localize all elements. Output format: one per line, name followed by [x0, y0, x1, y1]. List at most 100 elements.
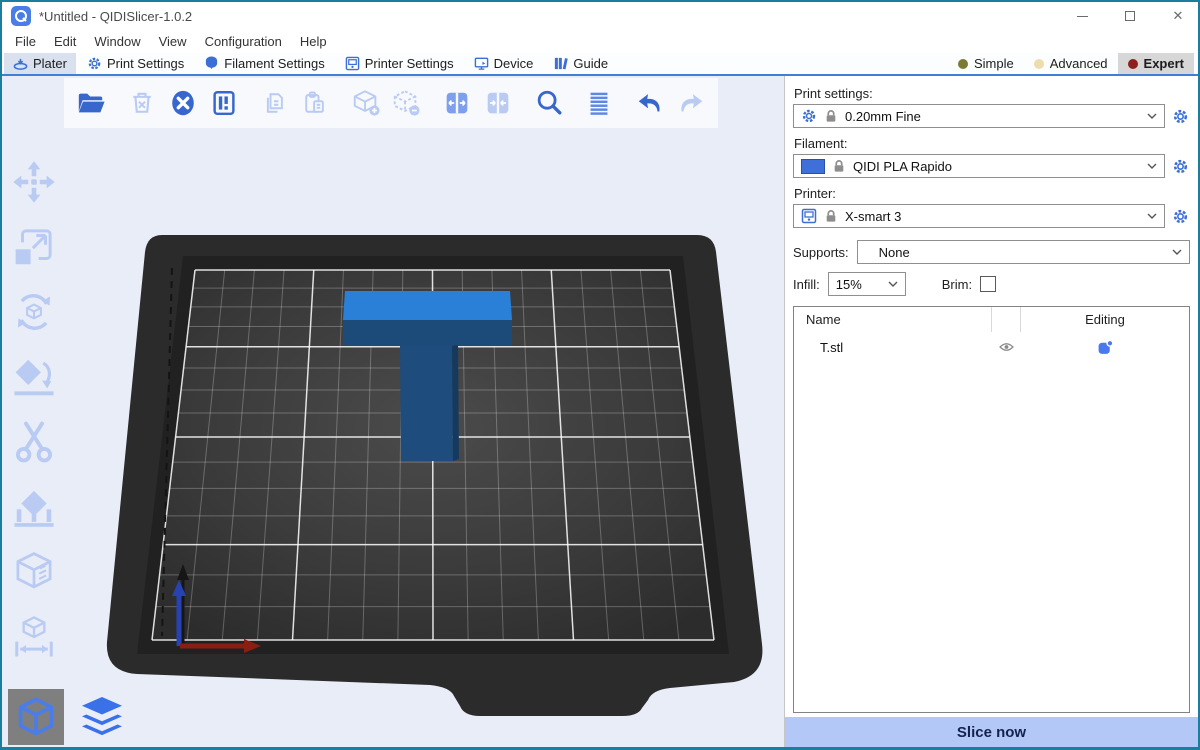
mode-simple[interactable]: Simple	[948, 53, 1024, 74]
open-folder-icon	[76, 88, 106, 118]
gear-icon	[1172, 208, 1189, 225]
paste-button[interactable]	[298, 83, 333, 123]
plater-toolbar	[64, 78, 718, 128]
filament-label: Filament:	[794, 136, 1190, 151]
chevron-down-icon	[1147, 163, 1157, 169]
mode-switcher: Simple Advanced Expert	[948, 53, 1198, 74]
place-on-face-button[interactable]	[8, 353, 60, 401]
seam-painting-button[interactable]	[8, 548, 60, 596]
filament-row: QIDI PLA Rapido	[793, 154, 1190, 178]
variable-layer-height-button[interactable]	[582, 83, 617, 123]
filament-edit-button[interactable]	[1170, 155, 1190, 177]
preview-layers-icon	[77, 692, 127, 742]
tab-device[interactable]: Device	[465, 53, 543, 74]
search-button[interactable]	[531, 83, 566, 123]
brim-checkbox[interactable]	[980, 276, 996, 292]
lock-icon	[824, 109, 838, 123]
scale-button[interactable]	[8, 223, 60, 271]
copy-icon	[260, 89, 288, 117]
slice-now-button[interactable]: Slice now	[785, 717, 1198, 747]
tab-filament-settings[interactable]: Filament Settings	[195, 53, 333, 74]
object-list-row[interactable]: T.stl	[794, 332, 1189, 362]
tab-printer-settings[interactable]: Printer Settings	[336, 53, 463, 74]
printer-icon	[345, 56, 360, 71]
split-to-parts-button[interactable]	[480, 83, 515, 123]
infill-select[interactable]: 15%	[828, 272, 906, 296]
menu-edit[interactable]: Edit	[45, 32, 85, 51]
menu-configuration[interactable]: Configuration	[196, 32, 291, 51]
supports-row: Supports: None	[793, 240, 1190, 264]
supports-select[interactable]: None	[857, 240, 1190, 264]
view-preview-button[interactable]	[74, 689, 130, 745]
print-settings-edit-button[interactable]	[1170, 105, 1190, 127]
object-list: Name Editing T.stl	[793, 306, 1190, 713]
split-to-objects-button[interactable]	[440, 83, 475, 123]
tab-bar: Plater Print Settings Filament Settings …	[2, 53, 1198, 76]
split-objects-icon	[442, 88, 472, 118]
redo-button[interactable]	[673, 83, 708, 123]
eye-icon	[999, 341, 1014, 353]
maximize-button[interactable]	[1110, 2, 1150, 30]
print-settings-gear-icon	[87, 56, 102, 71]
mode-advanced[interactable]: Advanced	[1024, 53, 1118, 74]
arrange-button[interactable]	[206, 83, 241, 123]
paint-supports-icon	[11, 484, 57, 530]
lock-icon	[824, 209, 838, 223]
measure-button[interactable]	[8, 613, 60, 661]
gizmo-toolbar	[8, 158, 60, 661]
delete-all-icon	[168, 88, 198, 118]
filament-select[interactable]: QIDI PLA Rapido	[793, 154, 1165, 178]
move-button[interactable]	[8, 158, 60, 206]
rotate-button[interactable]	[8, 288, 60, 336]
object-editing-button[interactable]	[1021, 339, 1189, 356]
paint-supports-button[interactable]	[8, 483, 60, 531]
measure-icon	[11, 614, 57, 660]
add-instance-button[interactable]	[348, 83, 383, 123]
redo-arrow-icon	[676, 88, 706, 118]
3d-viewport[interactable]	[2, 76, 784, 747]
visibility-toggle[interactable]	[991, 341, 1021, 353]
brim-label: Brim:	[942, 277, 972, 292]
cut-button[interactable]	[8, 418, 60, 466]
undo-button[interactable]	[633, 83, 668, 123]
remove-instance-button[interactable]	[389, 83, 424, 123]
filament-icon	[204, 56, 219, 71]
tab-guide[interactable]: Guide	[544, 53, 617, 74]
simple-dot-icon	[958, 59, 968, 69]
close-button[interactable]: ✕	[1158, 2, 1198, 30]
print-settings-select[interactable]: 0.20mm Fine	[793, 104, 1165, 128]
menu-view[interactable]: View	[150, 32, 196, 51]
print-settings-row: 0.20mm Fine	[793, 104, 1190, 128]
view-3d-editor-button[interactable]	[8, 689, 64, 745]
printer-edit-button[interactable]	[1170, 205, 1190, 227]
guide-books-icon	[553, 56, 568, 71]
chevron-down-icon	[888, 281, 898, 287]
gear-icon	[1172, 108, 1189, 125]
paste-icon	[301, 89, 329, 117]
arrange-icon	[209, 88, 239, 118]
menu-window[interactable]: Window	[85, 32, 149, 51]
editing-column-header: Editing	[1021, 312, 1189, 327]
add-instance-icon	[351, 88, 381, 118]
copy-button[interactable]	[257, 83, 292, 123]
chevron-down-icon	[1172, 249, 1182, 255]
open-project-button[interactable]	[74, 83, 109, 123]
layer-height-icon	[584, 88, 614, 118]
menu-help[interactable]: Help	[291, 32, 336, 51]
delete-all-button[interactable]	[165, 83, 200, 123]
printer-icon	[801, 208, 817, 224]
remove-instance-icon	[391, 88, 421, 118]
mode-expert[interactable]: Expert	[1118, 53, 1194, 74]
infill-label: Infill:	[793, 277, 820, 292]
tab-plater[interactable]: Plater	[4, 53, 76, 74]
3d-editor-cube-icon	[14, 695, 58, 739]
menu-file[interactable]: File	[6, 32, 45, 51]
chevron-down-icon	[1147, 213, 1157, 219]
minimize-button[interactable]	[1062, 2, 1102, 30]
title-bar: *Untitled - QIDISlicer-1.0.2 ✕	[2, 2, 1198, 30]
device-monitor-icon	[474, 56, 489, 71]
tab-print-settings[interactable]: Print Settings	[78, 53, 193, 74]
delete-button[interactable]	[125, 83, 160, 123]
object-file-name: T.stl	[794, 340, 991, 355]
printer-select[interactable]: X-smart 3	[793, 204, 1165, 228]
